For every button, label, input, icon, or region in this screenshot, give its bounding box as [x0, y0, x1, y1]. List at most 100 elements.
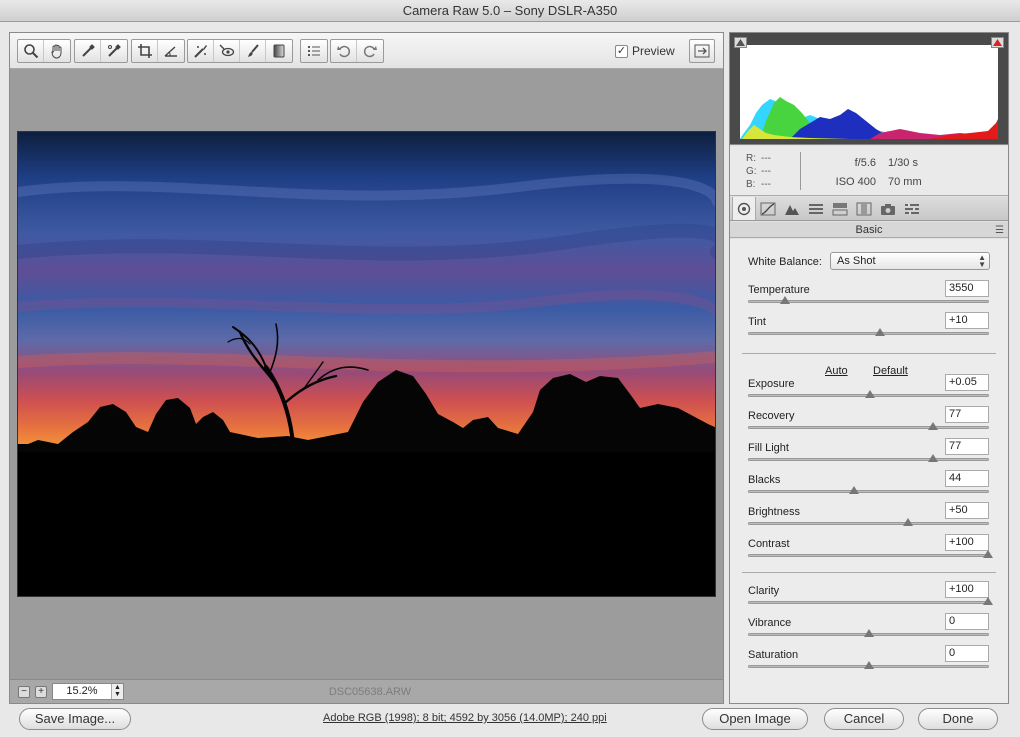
landscape-silhouette — [18, 173, 715, 596]
basic-panel: White Balance: As Shot ▲ ▼ Temperature 35… — [730, 239, 1008, 703]
retouch-tools — [187, 39, 293, 63]
crop-tools — [131, 39, 185, 63]
tab-basic-icon[interactable] — [732, 197, 756, 220]
zoom-level-value: 15.2% — [66, 685, 98, 697]
slider-exposure: Exposure +0.05 — [730, 371, 1008, 403]
zoom-tool-icon[interactable] — [18, 40, 44, 62]
color-sampler-tool-icon[interactable] — [101, 40, 127, 62]
slider-blacks: Blacks 44 — [730, 467, 1008, 499]
preview-toggle[interactable]: ✓ Preview — [615, 43, 675, 59]
vibrance-thumb[interactable] — [863, 629, 874, 637]
tint-track[interactable] — [748, 328, 989, 336]
fill-light-track[interactable] — [748, 454, 989, 462]
rotate-cw-icon[interactable] — [357, 40, 383, 62]
brightness-input[interactable]: +50 — [945, 502, 989, 519]
fill-light-label: Fill Light — [748, 442, 789, 454]
graduated-filter-icon[interactable] — [266, 40, 292, 62]
recovery-track[interactable] — [748, 422, 989, 430]
g-label: G: — [746, 166, 757, 177]
cancel-button[interactable]: Cancel — [824, 708, 904, 730]
camera-raw-window: ✓ Preview − + 15.2% ▲ ▼ DSC05638.ARW R: … — [0, 22, 1020, 737]
temperature-thumb[interactable] — [779, 296, 790, 304]
saturation-track[interactable] — [748, 661, 989, 669]
clarity-thumb[interactable] — [983, 597, 993, 605]
zoom-stepper-icon[interactable]: ▲ ▼ — [111, 684, 123, 699]
tab-presets-icon[interactable] — [900, 197, 924, 220]
focal-length: 70 mm — [888, 176, 922, 188]
recovery-input[interactable]: 77 — [945, 406, 989, 423]
zoom-level-select[interactable]: 15.2% ▲ ▼ — [52, 683, 124, 700]
contrast-label: Contrast — [748, 538, 790, 550]
file-name: DSC05638.ARW — [328, 686, 412, 698]
slider-contrast: Contrast +100 — [730, 531, 1008, 563]
b-value: --- — [761, 179, 771, 190]
tab-detail-icon[interactable] — [780, 197, 804, 220]
preview-checkbox[interactable]: ✓ — [615, 44, 628, 58]
spot-removal-tool-icon[interactable] — [188, 40, 214, 62]
rgb-readout: R: --- G: --- B: --- — [746, 152, 771, 191]
white-balance-tool-icon[interactable] — [75, 40, 101, 62]
fullscreen-button[interactable] — [689, 39, 715, 63]
straighten-tool-icon[interactable] — [158, 40, 184, 62]
temperature-track[interactable] — [748, 296, 989, 304]
tint-input[interactable]: +10 — [945, 312, 989, 329]
tint-thumb[interactable] — [875, 328, 886, 336]
white-balance-select[interactable]: As Shot ▲ ▼ — [830, 252, 990, 270]
info-divider — [800, 152, 801, 190]
zoom-out-button[interactable]: − — [18, 686, 30, 698]
clarity-track[interactable] — [748, 597, 993, 605]
clarity-input[interactable]: +100 — [945, 581, 989, 598]
fill-light-thumb[interactable] — [928, 454, 939, 462]
saturation-thumb[interactable] — [863, 661, 874, 669]
tab-tone-curve-icon[interactable] — [756, 197, 780, 220]
highlight-clipping-warning[interactable] — [991, 37, 1004, 48]
contrast-track[interactable] — [748, 550, 993, 558]
tab-split-toning-icon[interactable] — [828, 197, 852, 220]
open-image-button[interactable]: Open Image — [702, 708, 808, 730]
workflow-options-link[interactable]: Adobe RGB (1998); 8 bit; 4592 by 3056 (1… — [323, 712, 607, 724]
slider-recovery: Recovery 77 — [730, 403, 1008, 435]
image-info: R: --- G: --- B: --- f/5.6 1/30 s ISO 400 70 … — [730, 146, 1008, 196]
blacks-input[interactable]: 44 — [945, 470, 989, 487]
preferences-list-icon[interactable] — [301, 40, 327, 62]
brightness-thumb[interactable] — [902, 518, 913, 526]
temperature-input[interactable]: 3550 — [945, 280, 989, 297]
blacks-thumb[interactable] — [849, 486, 860, 494]
slider-tint: Tint +10 — [730, 309, 1008, 341]
histogram — [730, 33, 1008, 145]
image-preview-panel: ✓ Preview − + 15.2% ▲ ▼ DSC05638.ARW — [9, 32, 724, 704]
shutter-speed: 1/30 s — [888, 157, 918, 169]
r-label: R: — [746, 153, 756, 164]
tab-camera-calibration-icon[interactable] — [876, 197, 900, 220]
panel-menu-icon[interactable]: ☰ — [995, 223, 1004, 239]
fill-light-input[interactable]: 77 — [945, 438, 989, 455]
done-button[interactable]: Done — [918, 708, 998, 730]
exposure-thumb[interactable] — [864, 390, 875, 398]
save-image-button[interactable]: Save Image... — [19, 708, 131, 730]
hand-tool-icon[interactable] — [44, 40, 70, 62]
exif-info: f/5.6 1/30 s ISO 400 70 mm — [828, 154, 922, 192]
contrast-thumb[interactable] — [983, 550, 993, 558]
shadow-clipping-warning[interactable] — [734, 37, 747, 48]
red-eye-tool-icon[interactable] — [214, 40, 240, 62]
rotate-ccw-icon[interactable] — [331, 40, 357, 62]
tab-lens-corrections-icon[interactable] — [852, 197, 876, 220]
vibrance-label: Vibrance — [748, 617, 792, 629]
exposure-input[interactable]: +0.05 — [945, 374, 989, 391]
navigation-tools — [17, 39, 71, 63]
contrast-input[interactable]: +100 — [945, 534, 989, 551]
vibrance-input[interactable]: 0 — [945, 613, 989, 630]
recovery-thumb[interactable] — [928, 422, 939, 430]
vibrance-track[interactable] — [748, 629, 989, 637]
adjustment-brush-icon[interactable] — [240, 40, 266, 62]
tab-hsl-icon[interactable] — [804, 197, 828, 220]
iso: ISO 400 — [835, 176, 876, 188]
photo-preview[interactable] — [17, 131, 716, 597]
crop-tool-icon[interactable] — [132, 40, 158, 62]
zoom-in-button[interactable]: + — [35, 686, 47, 698]
saturation-label: Saturation — [748, 649, 799, 661]
blacks-track[interactable] — [748, 486, 989, 494]
exposure-track[interactable] — [748, 390, 989, 398]
brightness-track[interactable] — [748, 518, 989, 526]
saturation-input[interactable]: 0 — [945, 645, 989, 662]
